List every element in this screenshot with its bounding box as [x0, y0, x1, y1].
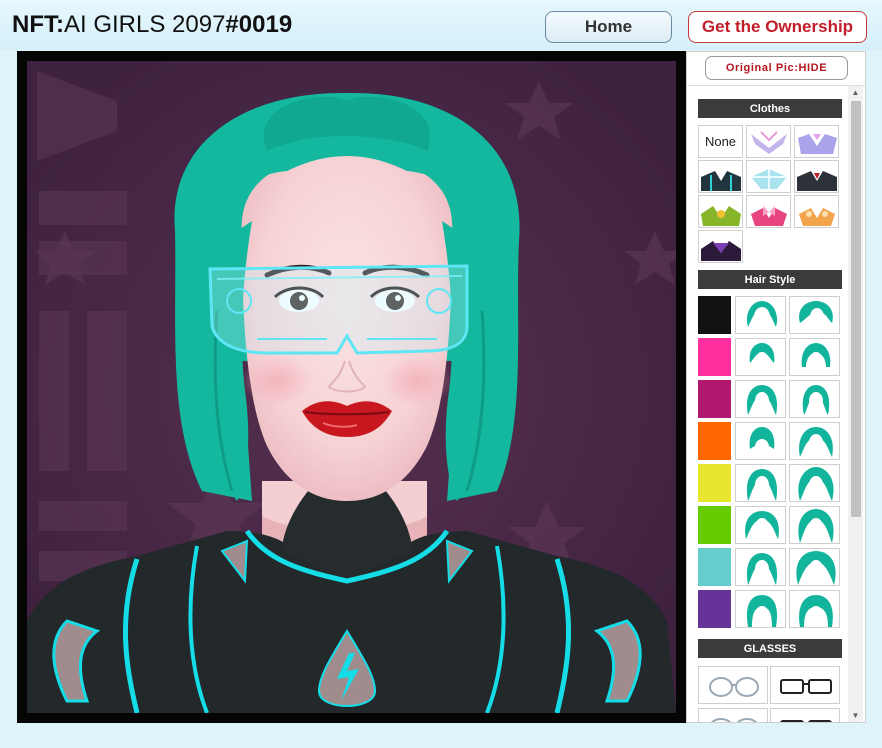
- black-red-suit-icon: [797, 171, 837, 191]
- clothes-option[interactable]: [698, 160, 743, 193]
- hair-style-icon: [798, 509, 834, 543]
- hair-style-icon: [799, 595, 833, 627]
- hair-style-option[interactable]: [735, 380, 786, 418]
- hair-style-option[interactable]: [789, 296, 840, 334]
- clothes-option[interactable]: [698, 195, 743, 228]
- hair-style-icon: [799, 301, 833, 326]
- black-rect-glasses-icon: [780, 679, 832, 694]
- get-ownership-button[interactable]: Get the Ownership: [688, 11, 867, 43]
- hair-style-option[interactable]: [789, 338, 840, 376]
- hair-color-magenta[interactable]: [698, 380, 731, 418]
- artwork-frame: [17, 51, 686, 723]
- title-prefix: NFT:: [12, 11, 64, 38]
- glasses-heading: GLASSES: [698, 639, 842, 658]
- orange-floral-icon: [799, 208, 835, 226]
- clothes-option[interactable]: [794, 125, 839, 158]
- glasses-option[interactable]: [698, 666, 768, 704]
- nft-artwork: [27, 61, 676, 713]
- options-scroll-area[interactable]: Clothes None Hair Style GLASSES: [687, 86, 847, 722]
- hair-color-green[interactable]: [698, 506, 731, 544]
- hair-style-icon: [749, 427, 775, 455]
- hair-color-aqua[interactable]: [698, 548, 731, 586]
- lilac-armor-icon: [798, 134, 837, 154]
- glasses-option[interactable]: [770, 708, 840, 722]
- hair-style-option[interactable]: [735, 590, 786, 628]
- scroll-down-arrow-icon[interactable]: ▼: [848, 709, 863, 722]
- hair-style-icon: [746, 385, 778, 415]
- hair-style-option[interactable]: [789, 506, 840, 544]
- ice-crystal-icon: [751, 169, 787, 189]
- clothes-option[interactable]: [746, 195, 791, 228]
- purple-dark-icon: [701, 241, 741, 261]
- hair-style-option[interactable]: [789, 464, 840, 502]
- hair-style-option[interactable]: [735, 296, 786, 334]
- hair-style-icon: [749, 343, 775, 370]
- hair-style-heading: Hair Style: [698, 270, 842, 289]
- clothes-option[interactable]: [746, 125, 791, 158]
- page-title: NFT:AI GIRLS 2097#0019: [12, 11, 292, 39]
- panel-scrollbar[interactable]: ▲ ▼: [848, 86, 863, 722]
- silver-glasses-icon: [711, 718, 757, 722]
- home-button[interactable]: Home: [545, 11, 672, 43]
- hair-style-icon: [798, 467, 834, 501]
- clothes-option[interactable]: [746, 160, 791, 193]
- lavender-collar-icon: [751, 131, 787, 154]
- top-header: NFT:AI GIRLS 2097#0019 Home Get the Owne…: [0, 0, 882, 50]
- hair-style-icon: [796, 551, 836, 585]
- hair-style-icon: [802, 385, 830, 415]
- hair-style-option[interactable]: [789, 380, 840, 418]
- hair-color-pink[interactable]: [698, 338, 731, 376]
- original-pic-toggle-button[interactable]: Original Pic:HIDE: [705, 56, 848, 80]
- title-name: AI GIRLS 2097: [63, 11, 226, 38]
- hair-style-icon: [745, 511, 779, 539]
- pink-bow-icon: [751, 206, 787, 226]
- hair-style-option[interactable]: [789, 590, 840, 628]
- dark-glasses-icon: [780, 720, 832, 722]
- green-gold-icon: [701, 206, 741, 226]
- hair-color-yellow[interactable]: [698, 464, 731, 502]
- round-glasses-icon: [709, 677, 759, 697]
- hair-style-option[interactable]: [789, 422, 840, 460]
- clothes-option[interactable]: [794, 195, 839, 228]
- hair-style-icon: [746, 595, 778, 627]
- clothes-option[interactable]: [794, 160, 839, 193]
- hair-style-option[interactable]: [735, 506, 786, 544]
- glasses-option[interactable]: [698, 708, 768, 722]
- hair-style-icon: [746, 469, 778, 501]
- hair-style-icon: [799, 427, 833, 457]
- hair-color-purple[interactable]: [698, 590, 731, 628]
- hair-style-icon: [746, 301, 778, 327]
- customization-panel: Original Pic:HIDE Clothes None Hair Styl…: [686, 51, 866, 723]
- hair-style-option[interactable]: [789, 548, 840, 586]
- hair-style-option[interactable]: [735, 422, 786, 460]
- scrollbar-thumb[interactable]: [851, 101, 861, 517]
- hair-style-option[interactable]: [735, 548, 786, 586]
- scroll-up-arrow-icon[interactable]: ▲: [848, 86, 863, 99]
- title-number: 0019: [238, 11, 293, 38]
- clothes-option[interactable]: [698, 230, 743, 263]
- hair-color-black[interactable]: [698, 296, 731, 334]
- black-teal-suit-icon: [701, 171, 741, 191]
- hair-style-option[interactable]: [735, 464, 786, 502]
- title-hash: #: [225, 11, 239, 38]
- hair-color-orange[interactable]: [698, 422, 731, 460]
- clothes-none-option[interactable]: None: [698, 125, 743, 158]
- glasses-option[interactable]: [770, 666, 840, 704]
- hair-style-icon: [801, 343, 831, 370]
- avatar-illustration: [27, 61, 676, 713]
- clothes-heading: Clothes: [698, 99, 842, 118]
- hair-style-option[interactable]: [735, 338, 786, 376]
- hair-style-icon: [746, 553, 778, 585]
